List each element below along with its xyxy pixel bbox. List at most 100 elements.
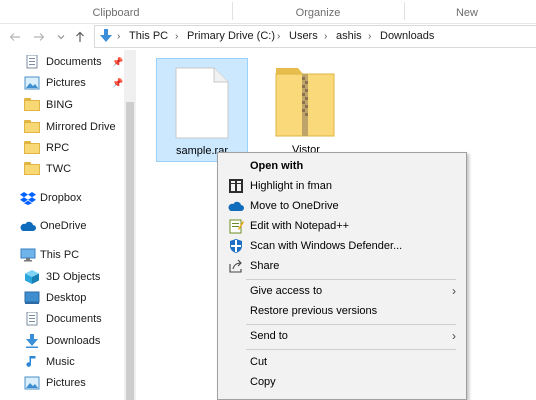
pictures-icon — [24, 76, 40, 90]
folder-icon — [24, 141, 40, 155]
file-item-sample-rar[interactable]: sample.rar — [156, 58, 248, 162]
blank-file-icon — [175, 67, 229, 139]
submenu-arrow-icon: › — [452, 329, 456, 343]
sidebar-item-mirrored-drive[interactable]: Mirrored Drive — [0, 117, 124, 138]
music-icon — [26, 356, 36, 367]
file-item-vistor[interactable]: Vistor — [260, 58, 352, 162]
3d-objects-icon — [25, 270, 39, 284]
menu-item-give-access-to[interactable]: Give access to › — [218, 281, 466, 301]
back-button[interactable] — [6, 28, 24, 46]
menu-item-label: Open with — [250, 160, 304, 172]
menu-item-highlight-in-fman[interactable]: Highlight in fman — [218, 176, 466, 196]
sidebar-item-bing[interactable]: BING — [0, 95, 124, 116]
sidebar-item-label: BING — [46, 99, 73, 111]
context-menu: Open with Highlight in fman Move to OneD… — [217, 152, 467, 400]
sidebar-item-pictures-library[interactable]: Pictures — [0, 373, 124, 394]
chevron-down-icon — [57, 35, 65, 40]
address-segment-drive[interactable]: Primary Drive (C:) — [187, 26, 275, 47]
fman-icon — [229, 179, 243, 193]
arrow-right-icon — [34, 33, 45, 41]
menu-separator — [246, 324, 456, 325]
sidebar-item-pictures[interactable]: Pictures 📌 — [0, 73, 124, 94]
forward-button[interactable] — [30, 28, 48, 46]
address-segment-this-pc[interactable]: This PC — [129, 26, 168, 47]
menu-item-edit-with-notepad-plus-plus[interactable]: Edit with Notepad++ — [218, 216, 466, 236]
sidebar-item-label: RPC — [46, 142, 70, 154]
sidebar-item-label: TWC — [46, 163, 72, 175]
dropbox-icon — [20, 192, 36, 205]
menu-item-send-to[interactable]: Send to › — [218, 326, 466, 346]
ribbon-group-clipboard: Clipboard — [92, 7, 140, 19]
sidebar-item-label: Music — [46, 356, 75, 368]
sidebar-item-label: Mirrored Drive — [46, 121, 116, 133]
ribbon-group-bar: Clipboard Organize New — [0, 0, 536, 24]
menu-separator — [246, 349, 456, 350]
arrow-left-icon — [9, 33, 20, 41]
sidebar-item-rpc[interactable]: RPC — [0, 138, 124, 159]
pictures-icon — [24, 376, 40, 390]
menu-item-label: Copy — [250, 376, 276, 388]
recent-locations-button[interactable] — [52, 28, 70, 46]
scrollbar-thumb[interactable] — [126, 102, 134, 400]
sidebar-item-label: Desktop — [46, 292, 87, 304]
address-segment-users[interactable]: Users — [289, 26, 318, 47]
sidebar-item-twc[interactable]: TWC — [0, 159, 124, 180]
arrow-up-icon — [76, 31, 84, 42]
sidebar-item-music[interactable]: Music — [0, 352, 124, 373]
sidebar-item-downloads[interactable]: Downloads — [0, 331, 124, 352]
address-bar[interactable]: › This PC › Primary Drive (C:) › Users ›… — [94, 25, 536, 48]
pin-icon: 📌 — [112, 78, 124, 88]
sidebar-item-documents-library[interactable]: Documents — [0, 309, 124, 330]
desktop-icon — [24, 291, 40, 304]
sidebar-item-label: Pictures — [46, 77, 86, 89]
address-chevron[interactable]: › — [175, 26, 178, 47]
menu-item-share[interactable]: Share — [218, 256, 466, 276]
address-segment-ashis[interactable]: ashis — [336, 26, 362, 47]
menu-item-open-with[interactable]: Open with — [218, 156, 466, 176]
sidebar-item-label: OneDrive — [40, 220, 87, 232]
menu-item-label: Send to — [250, 330, 288, 342]
menu-item-scan-with-windows-defender[interactable]: Scan with Windows Defender... — [218, 236, 466, 256]
menu-item-restore-previous-versions[interactable]: Restore previous versions — [218, 301, 466, 321]
address-chevron[interactable]: › — [368, 26, 371, 47]
up-button[interactable] — [71, 28, 89, 46]
onedrive-icon — [228, 201, 244, 211]
menu-item-label: Highlight in fman — [250, 180, 332, 192]
sidebar-item-onedrive[interactable]: OneDrive — [0, 216, 124, 237]
ribbon-group-new: New — [455, 7, 478, 19]
address-chevron[interactable]: › — [117, 26, 120, 47]
navigation-pane: Documents 📌 Pictures 📌 BING Mirrored Dri… — [0, 50, 124, 400]
sidebar-item-documents[interactable]: Documents 📌 — [0, 52, 124, 73]
share-icon — [229, 259, 242, 273]
menu-item-label: Edit with Notepad++ — [250, 220, 350, 232]
pin-icon: 📌 — [112, 57, 124, 67]
download-arrow-icon — [100, 29, 112, 42]
address-chevron[interactable]: › — [277, 26, 280, 47]
notepad-plus-plus-icon — [229, 219, 244, 234]
navigation-pane-scrollbar[interactable] — [124, 50, 136, 400]
documents-icon — [26, 55, 38, 69]
sidebar-item-label: This PC — [40, 249, 80, 261]
menu-item-move-to-onedrive[interactable]: Move to OneDrive — [218, 196, 466, 216]
sidebar-item-label: Downloads — [46, 335, 101, 347]
menu-item-label: Give access to — [250, 285, 323, 297]
menu-item-copy[interactable]: Copy — [218, 372, 466, 392]
sidebar-item-dropbox[interactable]: Dropbox — [0, 188, 124, 209]
address-chevron[interactable]: › — [324, 26, 327, 47]
sidebar-item-3d-objects[interactable]: 3D Objects — [0, 267, 124, 288]
folder-icon — [24, 120, 40, 134]
ribbon-group-organize: Organize — [295, 7, 341, 19]
sidebar-item-label: 3D Objects — [46, 271, 101, 283]
menu-item-label: Move to OneDrive — [250, 200, 339, 212]
menu-item-label: Restore previous versions — [250, 305, 378, 317]
menu-item-label: Cut — [250, 356, 268, 368]
sidebar-item-this-pc[interactable]: This PC — [0, 245, 124, 266]
navigation-bar: › This PC › Primary Drive (C:) › Users ›… — [0, 24, 536, 50]
submenu-arrow-icon: › — [452, 284, 456, 298]
windows-defender-icon — [230, 239, 242, 253]
menu-item-cut[interactable]: Cut — [218, 352, 466, 372]
sidebar-item-desktop[interactable]: Desktop — [0, 288, 124, 309]
menu-item-label: Share — [250, 260, 280, 272]
address-segment-downloads[interactable]: Downloads — [380, 26, 434, 47]
menu-separator — [246, 279, 456, 280]
